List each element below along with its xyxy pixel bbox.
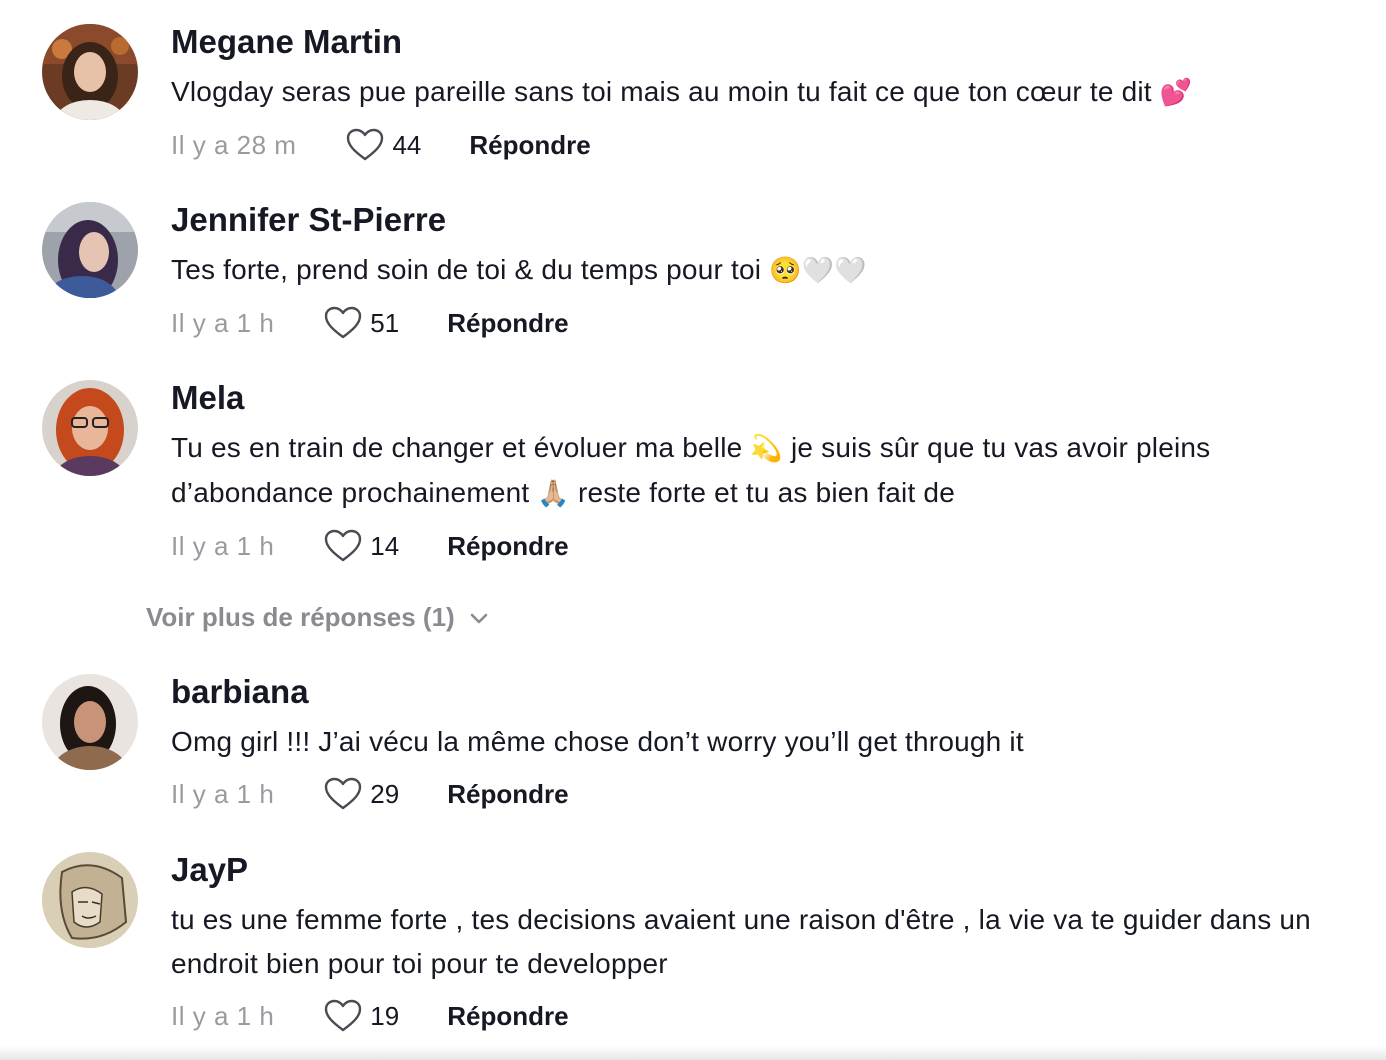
comment-text: Tu es en train de changer et évoluer ma …: [171, 426, 1346, 516]
avatar[interactable]: [42, 380, 138, 476]
comments-panel: Megane Martin Vlogday seras pue pareille…: [0, 0, 1386, 1060]
reply-button[interactable]: Répondre: [447, 1001, 568, 1032]
comment-username[interactable]: Megane Martin: [171, 22, 1346, 62]
comment-text: Vlogday seras pue pareille sans toi mais…: [171, 70, 1346, 115]
like-button[interactable]: 29: [324, 777, 399, 811]
comment-time: Il y a 28 m: [171, 129, 297, 160]
comment-meta: Il y a 28 m 44 Répondre: [171, 125, 1346, 165]
comment-text-body: Tes forte, prend soin de toi & du temps …: [171, 254, 762, 285]
comment-emoji: 🥺🤍🤍: [769, 256, 867, 286]
like-button[interactable]: 51: [324, 306, 399, 340]
comment-meta: Il y a 1 h 51 Répondre: [171, 303, 1346, 343]
comment-time: Il y a 1 h: [171, 530, 275, 561]
comment-text: tu es une femme forte , tes decisions av…: [171, 904, 1311, 979]
comment-content: JayP tu es une femme forte , tes decisio…: [171, 850, 1346, 1036]
heart-outline-icon: [325, 999, 362, 1032]
comment-time: Il y a 1 h: [171, 307, 275, 338]
comment-username[interactable]: barbiana: [171, 672, 1346, 712]
comment-username[interactable]: JayP: [171, 850, 1346, 890]
heart-outline-icon: [325, 306, 362, 339]
like-count: 44: [392, 129, 422, 160]
comment-text: Omg girl !!! J’ai vécu la même chose don…: [171, 726, 1024, 757]
bottom-edge: [0, 1046, 1386, 1060]
comment-meta: Il y a 1 h 29 Répondre: [171, 774, 1346, 814]
reply-button[interactable]: Répondre: [447, 308, 568, 339]
avatar[interactable]: [42, 674, 138, 770]
avatar[interactable]: [42, 852, 138, 948]
comment-username[interactable]: Mela: [171, 378, 1346, 418]
reply-button[interactable]: Répondre: [447, 779, 568, 810]
chevron-down-icon: [470, 613, 488, 623]
comment-meta: Il y a 1 h 19 Répondre: [171, 996, 1346, 1036]
comment-text: Tes forte, prend soin de toi & du temps …: [171, 248, 1346, 293]
like-button[interactable]: 44: [346, 128, 421, 162]
heart-outline-icon: [325, 529, 362, 562]
comment-time: Il y a 1 h: [171, 778, 275, 809]
like-button[interactable]: 14: [324, 529, 399, 563]
comment-emoji: 🙏🏼: [537, 479, 570, 509]
comment-meta: Il y a 1 h 14 Répondre: [171, 526, 1346, 566]
like-count: 29: [370, 778, 400, 809]
reply-button[interactable]: Répondre: [469, 130, 590, 161]
comment-content: Jennifer St-Pierre Tes forte, prend soin…: [171, 200, 1346, 343]
like-count: 14: [370, 530, 400, 561]
comment-emoji: 💕: [1159, 78, 1193, 108]
comment-username[interactable]: Jennifer St-Pierre: [171, 200, 1346, 240]
comment-time: Il y a 1 h: [171, 1000, 275, 1031]
comment-emoji: 💫: [750, 434, 783, 464]
heart-outline-icon: [325, 777, 362, 810]
avatar[interactable]: [42, 202, 138, 298]
like-count: 19: [370, 1000, 400, 1031]
comment-text-part: reste forte et tu as bien fait de: [577, 477, 955, 508]
comment-content: Mela Tu es en train de changer et évolue…: [171, 378, 1346, 566]
like-count: 51: [370, 307, 400, 338]
comment-text-body: Vlogday seras pue pareille sans toi mais…: [171, 76, 1152, 107]
comment-content: Megane Martin Vlogday seras pue pareille…: [171, 22, 1346, 165]
avatar[interactable]: [42, 24, 138, 120]
like-button[interactable]: 19: [324, 999, 399, 1033]
comment-text-part: Tu es en train de changer et évoluer ma …: [171, 432, 743, 463]
view-more-replies-button[interactable]: Voir plus de réponses (1): [146, 602, 489, 633]
reply-button[interactable]: Répondre: [447, 531, 568, 562]
heart-outline-icon: [347, 128, 384, 161]
comment-content: barbiana Omg girl !!! J’ai vécu la même …: [171, 672, 1346, 814]
view-more-replies-label: Voir plus de réponses (1): [146, 602, 455, 632]
